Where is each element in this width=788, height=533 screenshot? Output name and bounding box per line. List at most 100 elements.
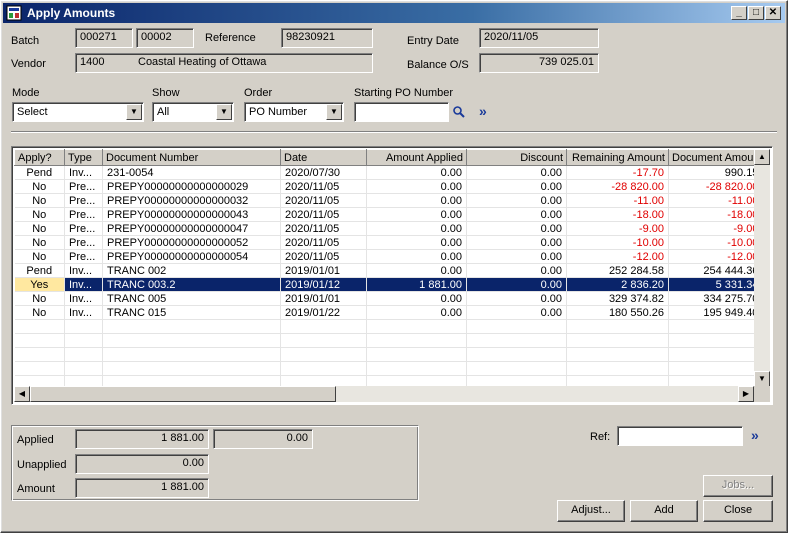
cell-doc: PREPY00000000000000054 (102, 249, 281, 264)
cell-doc: PREPY00000000000000052 (102, 235, 281, 250)
search-icon[interactable] (452, 105, 466, 119)
maximize-icon[interactable]: □ (748, 6, 764, 20)
column-header-discount[interactable]: Discount (466, 149, 567, 166)
cell-apply[interactable]: Yes (14, 277, 65, 292)
go-forward-icon[interactable]: » (479, 103, 487, 119)
starting-po-input[interactable] (354, 102, 449, 122)
cell-doc: 231-0054 (102, 165, 281, 180)
cell-date: 2020/11/05 (280, 193, 367, 208)
title-bar[interactable]: Apply Amounts _ □ ✕ (3, 3, 785, 23)
chevron-down-icon[interactable]: ▼ (216, 104, 232, 120)
show-select[interactable]: All ▼ (152, 102, 234, 122)
adjust-button[interactable]: Adjust... (557, 500, 625, 522)
vendor-label: Vendor (11, 58, 46, 70)
show-value: All (157, 106, 170, 118)
cell-date: 2019/01/01 (280, 263, 367, 278)
cell-apply[interactable]: No (14, 193, 65, 208)
vendor-name: Coastal Heating of Ottawa (138, 56, 267, 68)
apply-amounts-window: Apply Amounts _ □ ✕ Batch 000271 00002 R… (0, 0, 788, 533)
documents-table: Apply? Type Document Number Date Amount … (14, 149, 764, 390)
table-row[interactable]: Yes Inv... TRANC 003.2 2019/01/12 1 881.00 0.… (14, 277, 764, 292)
horizontal-scrollbar[interactable]: ◀ ▶ (14, 386, 754, 402)
cell-apply[interactable]: Pend (14, 165, 65, 180)
documents-grid[interactable]: Apply? Type Document Number Date Amount … (11, 146, 773, 405)
cell-discount: 0.00 (466, 249, 567, 264)
mode-select[interactable]: Select ▼ (12, 102, 144, 122)
chevron-down-icon[interactable]: ▼ (326, 104, 342, 120)
cell-doc: TRANC 003.2 (102, 277, 281, 292)
empty-cell (566, 347, 669, 362)
cell-remaining: -12.00 (566, 249, 669, 264)
cell-date: 2019/01/22 (280, 305, 367, 320)
table-row[interactable]: No Pre... PREPY00000000000000029 2020/11/05… (14, 179, 764, 194)
scroll-right-icon[interactable]: ▶ (738, 386, 754, 402)
unapplied-amount-field: 0.00 (75, 454, 209, 474)
balance-label: Balance O/S (407, 59, 469, 71)
scroll-down-icon[interactable]: ▼ (754, 371, 770, 387)
table-row[interactable]: No Pre... PREPY00000000000000047 2020/11/05… (14, 221, 764, 236)
cell-apply[interactable]: No (14, 207, 65, 222)
table-row[interactable]: No Pre... PREPY00000000000000043 2020/11/05… (14, 207, 764, 222)
cell-apply[interactable]: No (14, 179, 65, 194)
cell-date: 2020/07/30 (280, 165, 367, 180)
cell-apply[interactable]: Pend (14, 263, 65, 278)
scroll-up-icon[interactable]: ▲ (754, 149, 770, 165)
table-row[interactable]: No Inv... TRANC 015 2019/01/22 0.00 0.00 180 5… (14, 305, 764, 320)
entry-date-label: Entry Date (407, 35, 459, 47)
table-row[interactable]: No Inv... TRANC 005 2019/01/01 0.00 0.00 329 3… (14, 291, 764, 306)
vertical-scrollbar[interactable]: ▲ ▼ (754, 149, 770, 387)
table-row[interactable]: Pend Inv... 231-0054 2020/07/30 0.00 0.00 -17.… (14, 165, 764, 180)
empty-cell (64, 333, 103, 348)
column-header-remaining-amount[interactable]: Remaining Amount (566, 149, 669, 166)
cell-applied: 0.00 (366, 165, 467, 180)
cell-apply[interactable]: No (14, 221, 65, 236)
table-row[interactable]: No Pre... PREPY00000000000000032 2020/11/05… (14, 193, 764, 208)
cell-docamt: -18.00 (668, 207, 764, 222)
table-row[interactable]: No Pre... PREPY00000000000000054 2020/11/05… (14, 249, 764, 264)
column-header-document-number[interactable]: Document Number (102, 149, 281, 166)
cell-doc: PREPY00000000000000032 (102, 193, 281, 208)
cell-apply[interactable]: No (14, 249, 65, 264)
cell-discount: 0.00 (466, 291, 567, 306)
empty-cell (14, 333, 65, 348)
ref-label: Ref: (590, 431, 611, 443)
close-icon[interactable]: ✕ (765, 6, 781, 20)
cell-type: Pre... (64, 235, 103, 250)
cell-doc: TRANC 002 (102, 263, 281, 278)
cell-docamt: 990.15 (668, 165, 764, 180)
cell-discount: 0.00 (466, 263, 567, 278)
app-icon (6, 5, 22, 21)
cell-apply[interactable]: No (14, 305, 65, 320)
cell-apply[interactable]: No (14, 291, 65, 306)
table-row[interactable]: No Pre... PREPY00000000000000052 2020/11/05… (14, 235, 764, 250)
add-button[interactable]: Add (630, 500, 698, 522)
column-header-date[interactable]: Date (280, 149, 367, 166)
column-header-amount-applied[interactable]: Amount Applied (366, 149, 467, 166)
ref-go-icon[interactable]: » (751, 427, 759, 443)
chevron-down-icon[interactable]: ▼ (126, 104, 142, 120)
empty-cell (668, 361, 764, 376)
table-row[interactable]: Pend Inv... TRANC 002 2019/01/01 0.00 0.00 252… (14, 263, 764, 278)
jobs-button[interactable]: Jobs... (703, 475, 773, 497)
order-select[interactable]: PO Number ▼ (244, 102, 344, 122)
cell-apply[interactable]: No (14, 235, 65, 250)
scroll-left-icon[interactable]: ◀ (14, 386, 30, 402)
cell-remaining: -17.70 (566, 165, 669, 180)
close-button[interactable]: Close (703, 500, 773, 522)
horizontal-scroll-thumb[interactable] (30, 386, 336, 402)
show-label: Show (152, 87, 180, 99)
column-header-document-amount[interactable]: Document Amoun (667, 149, 764, 166)
cell-docamt: 254 444.36 (668, 263, 764, 278)
empty-cell (102, 333, 281, 348)
cell-docamt: 195 949.40 (668, 305, 764, 320)
cell-remaining: -18.00 (566, 207, 669, 222)
order-value: PO Number (249, 106, 308, 118)
minimize-icon[interactable]: _ (731, 6, 747, 20)
column-header-type[interactable]: Type (64, 149, 103, 166)
cell-discount: 0.00 (466, 165, 567, 180)
ref-input[interactable] (617, 426, 743, 446)
column-header-apply[interactable]: Apply? (14, 149, 65, 166)
empty-cell (466, 333, 567, 348)
empty-row (14, 347, 764, 362)
amount-label: Amount (17, 483, 55, 495)
